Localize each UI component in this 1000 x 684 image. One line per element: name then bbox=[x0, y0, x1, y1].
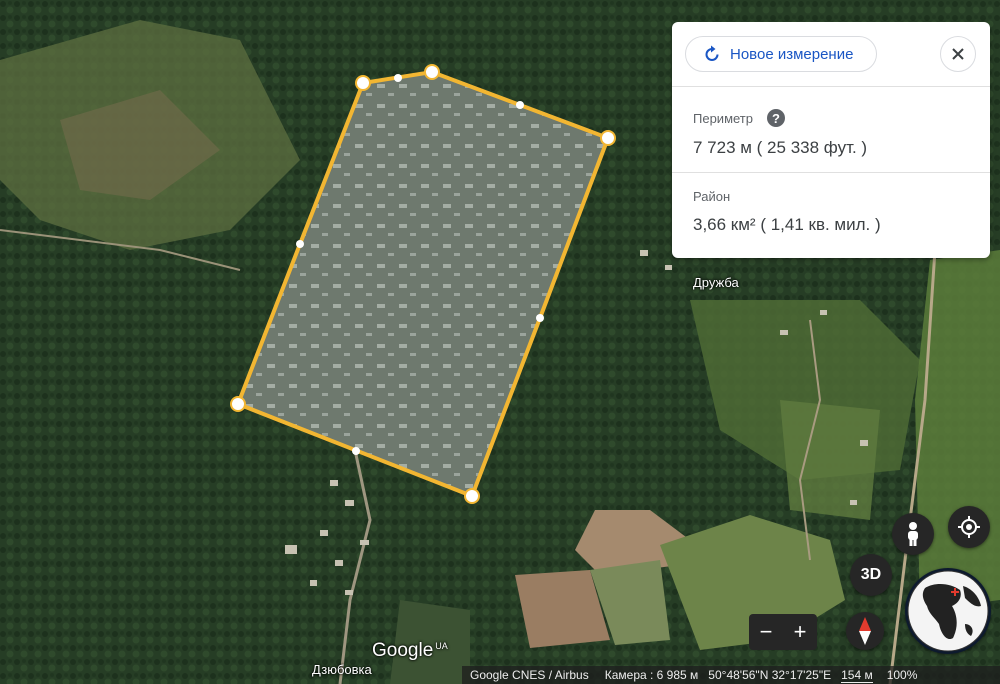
refresh-icon bbox=[705, 45, 719, 61]
midpoint-handle[interactable] bbox=[536, 314, 544, 322]
vertex-handle[interactable] bbox=[355, 75, 371, 91]
zoom-out-button[interactable]: − bbox=[749, 614, 783, 650]
vertex-handle[interactable] bbox=[464, 488, 480, 504]
status-bar: Google CNES / Airbus Камера : 6 985 м 50… bbox=[462, 666, 1000, 684]
my-location-icon bbox=[958, 516, 980, 538]
midpoint-handle[interactable] bbox=[516, 101, 524, 109]
compass-button[interactable] bbox=[846, 612, 884, 650]
area-value: 3,66 км² ( 1,41 кв. мил. ) bbox=[693, 215, 881, 234]
globe-icon bbox=[907, 570, 989, 652]
vertex-handle[interactable] bbox=[424, 64, 440, 80]
pegman-button[interactable] bbox=[892, 513, 934, 555]
measurement-panel: Новое измерение Периметр ? 7 723 м ( 25 … bbox=[672, 22, 990, 258]
my-location-button[interactable] bbox=[948, 506, 990, 548]
village-label-druzhba: Дружба bbox=[693, 275, 739, 290]
google-logo: Google UA bbox=[372, 640, 448, 661]
zoom-control: − + bbox=[749, 614, 817, 650]
scale-bar: 154 м bbox=[841, 667, 873, 683]
village-label-dzyubovka: Дзюбовка bbox=[312, 662, 372, 677]
pegman-icon bbox=[908, 522, 918, 546]
perimeter-label: Периметр bbox=[693, 111, 753, 126]
new-measurement-button[interactable]: Новое измерение bbox=[685, 36, 877, 72]
midpoint-handle[interactable] bbox=[394, 74, 402, 82]
zoom-in-button[interactable]: + bbox=[783, 614, 817, 650]
globe-minimap[interactable] bbox=[905, 568, 991, 654]
divider bbox=[672, 172, 990, 173]
close-button[interactable] bbox=[940, 36, 976, 72]
vertex-handle[interactable] bbox=[600, 130, 616, 146]
divider bbox=[672, 86, 990, 87]
close-icon bbox=[952, 48, 964, 60]
camera-altitude: Камера : 6 985 м bbox=[604, 668, 699, 682]
3d-toggle-button[interactable]: 3D bbox=[850, 554, 892, 596]
help-icon[interactable]: ? bbox=[767, 109, 785, 127]
attribution[interactable]: Google CNES / Airbus bbox=[470, 668, 589, 682]
perimeter-value: 7 723 м ( 25 338 фут. ) bbox=[693, 138, 868, 157]
midpoint-handle[interactable] bbox=[296, 240, 304, 248]
midpoint-handle[interactable] bbox=[352, 447, 360, 455]
coordinates: 50°48'56"N 32°17'25"E bbox=[708, 668, 832, 682]
vertex-handle[interactable] bbox=[230, 396, 246, 412]
zoom-level: 100% bbox=[886, 668, 918, 682]
new-measurement-label: Новое измерение bbox=[730, 45, 854, 63]
compass-icon bbox=[859, 617, 871, 645]
area-label: Район bbox=[693, 189, 731, 204]
